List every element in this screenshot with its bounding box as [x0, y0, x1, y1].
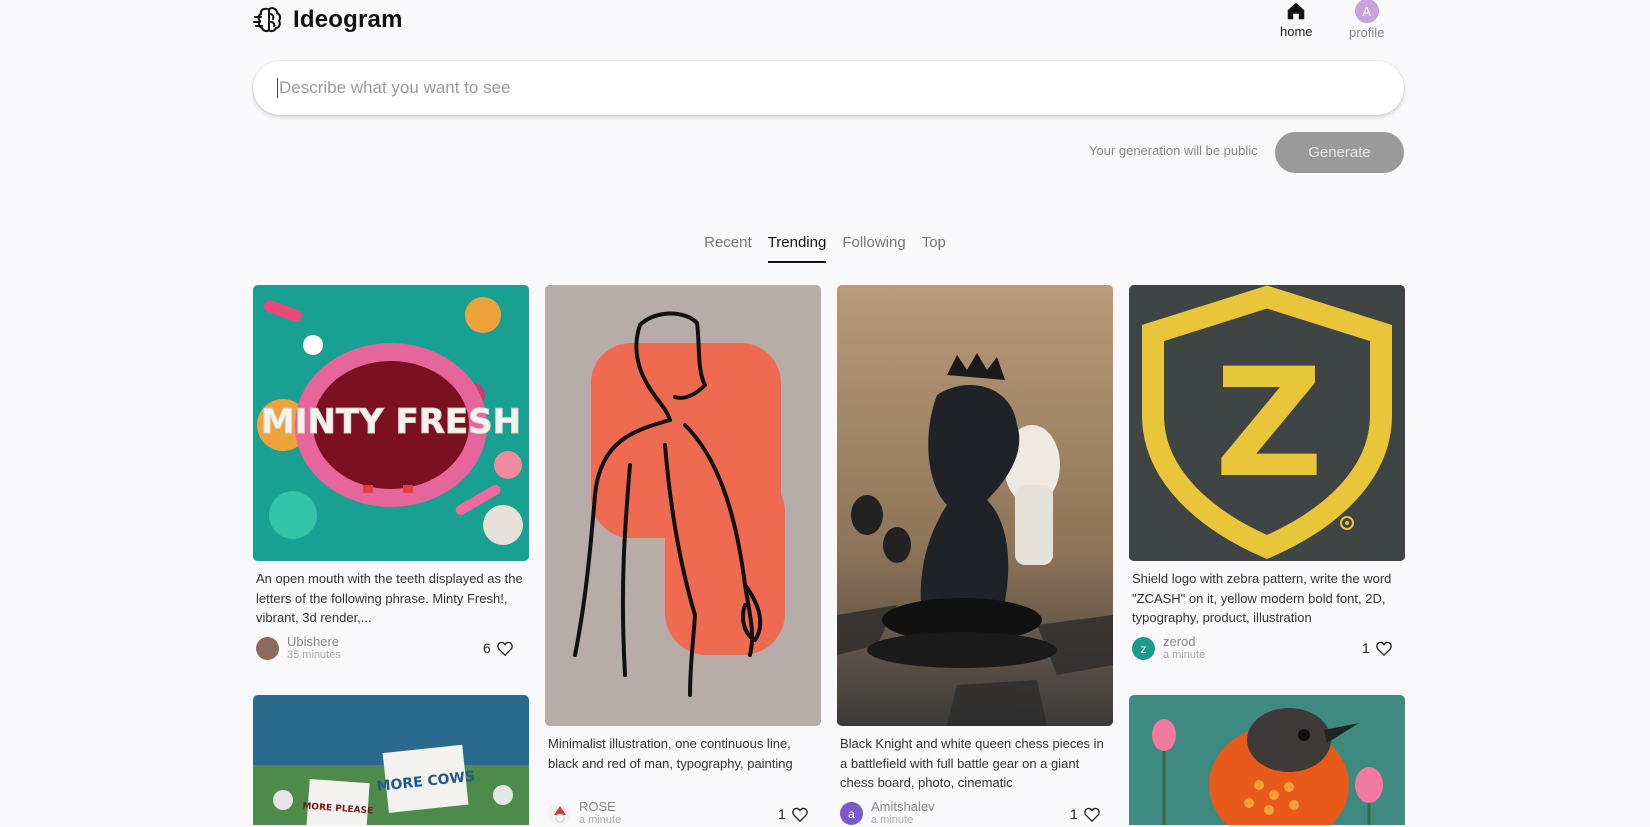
post-time: a minute [1163, 649, 1206, 661]
user-avatar [548, 802, 571, 825]
feed-tabs: Recent Trending Following Top [0, 234, 1650, 263]
nav-profile-label: profile [1349, 25, 1385, 40]
prompt-input[interactable] [277, 77, 1404, 99]
shield-z-letter: Z [1215, 337, 1324, 511]
card-image-bird[interactable] [1129, 695, 1405, 825]
post-time: a minute [579, 814, 622, 826]
like-control[interactable]: 1 [778, 806, 808, 822]
santa-avatar-icon [553, 805, 566, 822]
card-image-protest-signs[interactable]: MORE COWS MORE PLEASE [253, 695, 529, 825]
like-control[interactable]: 1 [1070, 806, 1100, 822]
card-image-shield-logo[interactable]: Z [1129, 285, 1405, 561]
tab-recent[interactable]: Recent [704, 234, 752, 263]
card-user[interactable]: ROSE a minute [548, 800, 621, 827]
like-count: 6 [483, 640, 491, 656]
brain-logo-icon [253, 7, 282, 33]
heart-icon[interactable] [1376, 641, 1392, 656]
card-description: Black Knight and white queen chess piece… [840, 736, 1104, 790]
card-description: Shield logo with zebra pattern, write th… [1132, 571, 1392, 625]
card-user[interactable]: a Amitshalev a minute [840, 800, 935, 827]
user-avatar [256, 637, 279, 660]
tab-trending[interactable]: Trending [767, 234, 826, 263]
brand-name: Ideogram [293, 6, 403, 33]
nav-home-label: home [1280, 24, 1313, 39]
tab-top[interactable]: Top [922, 234, 946, 263]
user-name: Amitshalev [871, 799, 935, 814]
like-count: 1 [1362, 640, 1370, 656]
user-name: ROSE [579, 799, 616, 814]
profile-avatar: A [1354, 0, 1379, 23]
user-avatar: z [1132, 637, 1155, 660]
home-icon [1288, 2, 1305, 20]
card-image-chess-knight[interactable] [837, 285, 1113, 726]
card-user[interactable]: z zerod a minute [1132, 635, 1205, 662]
like-control[interactable]: 1 [1362, 640, 1392, 656]
card-image-minimalist-man[interactable] [545, 285, 821, 726]
ideogram-logo[interactable]: Ideogram [253, 4, 403, 36]
heart-icon[interactable] [1084, 807, 1100, 822]
prompt-box[interactable] [253, 61, 1404, 115]
card-description: Minimalist illustration, one continuous … [548, 736, 793, 771]
user-name: Ubishere [287, 634, 340, 649]
heart-icon[interactable] [497, 641, 513, 656]
user-name: zerod [1163, 634, 1196, 649]
tab-following[interactable]: Following [842, 234, 905, 263]
like-count: 1 [1070, 806, 1078, 822]
like-control[interactable]: 6 [483, 640, 513, 656]
text-caret [277, 78, 278, 98]
heart-icon[interactable] [792, 807, 808, 822]
card-user[interactable]: Ubishere 35 minutes [256, 635, 341, 662]
nav-profile[interactable]: A profile [1349, 0, 1384, 40]
card-image-minty-fresh[interactable]: MINTY FRESH [253, 285, 529, 561]
nav-home[interactable]: home [1280, 0, 1313, 39]
generate-button[interactable]: Generate [1275, 132, 1404, 173]
public-generation-note: Your generation will be public [1089, 143, 1258, 158]
like-count: 1 [778, 806, 786, 822]
user-avatar: a [840, 802, 863, 825]
post-time: 35 minutes [287, 649, 341, 661]
post-time: a minute [871, 814, 914, 826]
minty-fresh-image-text: MINTY FRESH [261, 402, 521, 442]
card-description: An open mouth with the teeth displayed a… [256, 571, 523, 625]
